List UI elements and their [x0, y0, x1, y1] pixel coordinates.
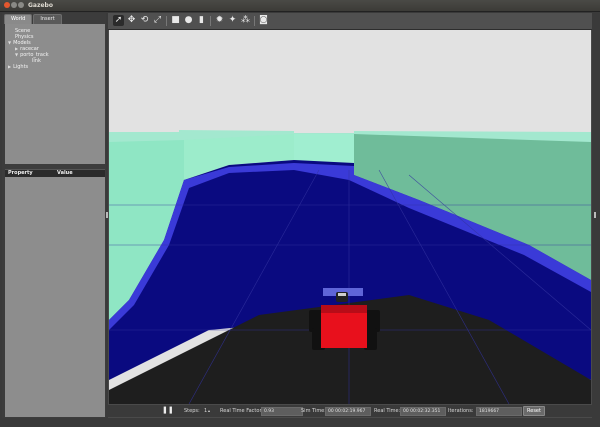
- collapse-arrow-icon[interactable]: ▶: [8, 64, 11, 69]
- sim-time-label: Sim Time:: [301, 408, 326, 414]
- sim-time-value: 00 00:02:19.967: [325, 407, 371, 416]
- steps-value[interactable]: 1: [204, 407, 207, 415]
- sphere-icon[interactable]: ●: [183, 15, 194, 26]
- property-column-header[interactable]: Property: [8, 170, 33, 177]
- iterations-label: Iterations:: [448, 408, 474, 414]
- select-icon[interactable]: ➚: [113, 15, 124, 26]
- screenshot-icon[interactable]: ◙: [258, 15, 269, 26]
- collapse-arrow-icon[interactable]: ▶: [15, 46, 18, 51]
- scene-pane: ➚ ✥ ⟲ ⤢ ■ ● ▮ ✹ ✦ ⁂ ◙ ❚❚ Steps: 1 ▴ Real…: [108, 13, 592, 418]
- toolbar-divider: [166, 16, 167, 26]
- tree-item-lights[interactable]: ▶ Lights: [8, 64, 28, 70]
- rtf-value: 0.93: [261, 407, 303, 416]
- world-tree: Scene Physics ▼ Models ▶ racecar ▼ porto_tr…: [5, 24, 105, 164]
- cylinder-icon[interactable]: ▮: [196, 15, 207, 26]
- real-time-label: Real Time:: [374, 408, 401, 414]
- tree-item-link[interactable]: link: [32, 58, 41, 64]
- tree-item-label: Lights: [13, 64, 29, 70]
- expand-arrow-icon[interactable]: ▼: [8, 40, 11, 45]
- directional-light-icon[interactable]: ⁂: [240, 15, 251, 26]
- translate-icon[interactable]: ✥: [126, 15, 137, 26]
- 3d-viewport[interactable]: [109, 30, 591, 404]
- right-splitter-handle[interactable]: [594, 212, 596, 218]
- rotate-icon[interactable]: ⟲: [139, 15, 150, 26]
- car-lidar-top: [338, 293, 346, 296]
- minimize-window-icon[interactable]: [11, 2, 17, 8]
- scene-render[interactable]: [109, 30, 591, 404]
- real-time-value: 00 00:02:32.351: [400, 407, 446, 416]
- value-column-header[interactable]: Value: [57, 170, 73, 177]
- steps-stepper-icon[interactable]: ▴: [208, 407, 210, 415]
- window-title: Gazebo: [28, 2, 53, 9]
- toolbar-divider: [210, 16, 211, 26]
- left-panel-tabs: World Insert: [4, 14, 63, 24]
- scale-icon[interactable]: ⤢: [152, 15, 163, 26]
- tree-item-label: link: [32, 58, 41, 64]
- iterations-value: 1819667: [476, 407, 522, 416]
- reset-button[interactable]: Reset: [523, 406, 545, 416]
- rtf-label: Real Time Factor:: [220, 408, 264, 414]
- toolbar-divider: [254, 16, 255, 26]
- pause-icon[interactable]: ❚❚: [162, 406, 174, 415]
- spot-light-icon[interactable]: ✦: [227, 15, 238, 26]
- expand-arrow-icon[interactable]: ▼: [15, 52, 18, 57]
- toolbar: ➚ ✥ ⟲ ⤢ ■ ● ▮ ✹ ✦ ⁂ ◙: [108, 13, 592, 30]
- point-light-icon[interactable]: ✹: [214, 15, 225, 26]
- steps-label: Steps:: [184, 408, 200, 414]
- tab-world[interactable]: World: [4, 14, 33, 24]
- properties-panel: [5, 177, 105, 417]
- properties-header: Property Value: [5, 169, 105, 177]
- title-bar: Gazebo: [0, 0, 600, 12]
- tab-insert[interactable]: Insert: [33, 14, 62, 24]
- left-panel: World Insert Scene Physics ▼ Models ▶ race…: [2, 13, 106, 418]
- far-wall: [294, 134, 354, 163]
- car-body-top: [321, 305, 367, 313]
- close-window-icon[interactable]: [4, 2, 10, 8]
- box-icon[interactable]: ■: [170, 15, 181, 26]
- maximize-window-icon[interactable]: [18, 2, 24, 8]
- status-bar: ❚❚ Steps: 1 ▴ Real Time Factor: 0.93 Sim…: [108, 405, 592, 417]
